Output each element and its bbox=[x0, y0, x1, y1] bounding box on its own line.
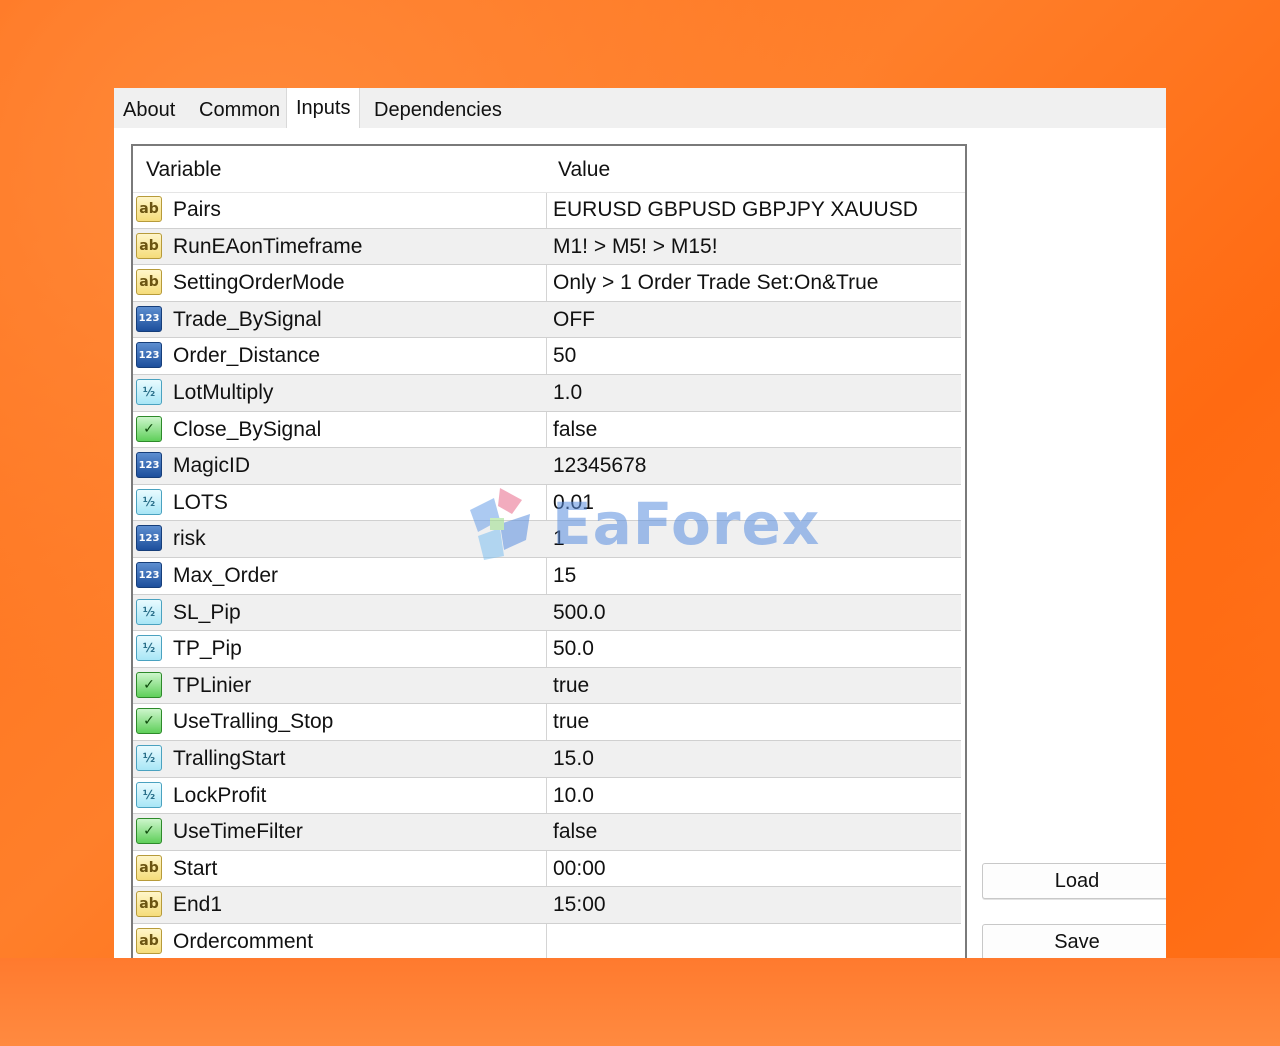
table-row[interactable]: ½ TP_Pip 50.0 bbox=[133, 631, 961, 668]
row-value[interactable]: 10.0 bbox=[553, 784, 594, 808]
row-variable-name: Trade_BySignal bbox=[173, 307, 322, 331]
row-variable-name: Close_BySignal bbox=[173, 417, 322, 441]
table-row[interactable]: 123 Order_Distance 50 bbox=[133, 338, 961, 375]
table-row[interactable]: ab RunEAonTimeframe M1! > M5! > M15! bbox=[133, 228, 961, 266]
save-button[interactable]: Save bbox=[982, 924, 1166, 958]
table-row[interactable]: ✓ UseTralling_Stop true bbox=[133, 704, 961, 741]
table-row[interactable]: ab Pairs EURUSD GBPUSD GBPJPY XAUUSD bbox=[133, 192, 961, 229]
row-variable-name: End1 bbox=[173, 893, 223, 917]
integer-icon: 123 bbox=[136, 305, 162, 332]
table-row[interactable]: 123 MagicID 12345678 bbox=[133, 448, 961, 485]
table-row[interactable]: ½ SL_Pip 500.0 bbox=[133, 594, 961, 632]
tab-dependencies[interactable]: Dependencies bbox=[365, 88, 511, 128]
string-icon: ab bbox=[136, 232, 162, 259]
row-value[interactable]: 500.0 bbox=[553, 601, 606, 625]
double-icon: ½ bbox=[136, 488, 162, 515]
integer-icon: 123 bbox=[136, 562, 162, 588]
double-icon: ½ bbox=[136, 379, 162, 405]
table-row[interactable]: ab Ordercomment bbox=[133, 924, 961, 958]
row-value[interactable]: 15:00 bbox=[553, 893, 606, 917]
bool-icon: ✓ bbox=[136, 708, 162, 735]
table-row[interactable]: ½ TrallingStart 15.0 bbox=[133, 741, 961, 778]
integer-icon: 123 bbox=[136, 342, 162, 369]
row-value[interactable]: 00:00 bbox=[553, 857, 606, 881]
table-row[interactable]: ✓ TPLinier true bbox=[133, 667, 961, 705]
row-value[interactable]: 1.0 bbox=[553, 381, 582, 405]
row-value[interactable]: 50 bbox=[553, 344, 576, 368]
background-band bbox=[0, 958, 1280, 1046]
row-value[interactable]: false bbox=[553, 418, 597, 442]
row-variable-name: TPLinier bbox=[173, 673, 252, 697]
row-variable-name: risk bbox=[173, 527, 206, 551]
double-icon: ½ bbox=[136, 745, 162, 771]
row-variable-name: Ordercomment bbox=[173, 930, 314, 953]
row-value[interactable]: 15.0 bbox=[553, 747, 594, 771]
row-variable-name: UseTimeFilter bbox=[173, 820, 303, 844]
row-value[interactable]: 12345678 bbox=[553, 454, 646, 478]
row-value[interactable]: M1! > M5! > M15! bbox=[553, 235, 718, 259]
row-variable-name: LotMultiply bbox=[173, 381, 274, 404]
tab-about[interactable]: About bbox=[114, 88, 184, 128]
inputs-panel: Variable Value ab Pairs EURUSD GBPUSD GBPJ… bbox=[114, 128, 1166, 958]
row-variable-name: RunEAonTimeframe bbox=[173, 234, 363, 258]
properties-window: About Common Inputs Dependencies Variabl… bbox=[114, 88, 1166, 958]
string-icon: ab bbox=[136, 269, 162, 296]
string-icon: ab bbox=[136, 854, 162, 881]
row-value[interactable]: 15 bbox=[553, 564, 576, 588]
load-button[interactable]: Load bbox=[982, 863, 1166, 899]
row-variable-name: LockProfit bbox=[173, 783, 267, 807]
row-value[interactable]: 0.01 bbox=[553, 491, 594, 515]
row-variable-name: UseTralling_Stop bbox=[173, 710, 334, 734]
row-variable-name: Max_Order bbox=[173, 564, 279, 587]
row-variable-name: TrallingStart bbox=[173, 747, 286, 770]
row-variable-name: LOTS bbox=[173, 490, 228, 514]
row-value[interactable]: Only > 1 Order Trade Set:On&True bbox=[553, 271, 878, 295]
table-row[interactable]: ab SettingOrderMode Only > 1 Order Trade S… bbox=[133, 265, 961, 302]
string-icon: ab bbox=[136, 891, 162, 918]
integer-icon: 123 bbox=[136, 452, 162, 479]
tab-inputs[interactable]: Inputs bbox=[286, 88, 361, 128]
row-value[interactable]: OFF bbox=[553, 308, 595, 332]
row-variable-name: Pairs bbox=[173, 198, 221, 221]
table-row[interactable]: 123 Max_Order 15 bbox=[133, 558, 961, 595]
double-icon: ½ bbox=[136, 598, 162, 625]
row-variable-name: SL_Pip bbox=[173, 600, 241, 624]
row-value[interactable]: true bbox=[553, 710, 589, 734]
table-row[interactable]: ✓ Close_BySignal false bbox=[133, 412, 961, 449]
bool-icon: ✓ bbox=[136, 415, 162, 442]
row-value[interactable]: false bbox=[553, 820, 597, 844]
row-value[interactable]: true bbox=[553, 674, 589, 698]
header-value[interactable]: Value bbox=[558, 158, 610, 182]
row-value[interactable]: 1 bbox=[553, 527, 565, 551]
integer-icon: 123 bbox=[136, 525, 162, 552]
double-icon: ½ bbox=[136, 635, 162, 662]
table-header: Variable Value bbox=[133, 146, 965, 193]
header-variable[interactable]: Variable bbox=[146, 158, 222, 182]
table-row[interactable]: 123 Trade_BySignal OFF bbox=[133, 301, 961, 339]
string-icon: ab bbox=[136, 928, 162, 954]
table-row[interactable]: ½ LockProfit 10.0 bbox=[133, 778, 961, 815]
tab-common[interactable]: Common bbox=[190, 88, 289, 128]
tab-bar: About Common Inputs Dependencies bbox=[114, 88, 1166, 128]
row-value[interactable]: EURUSD GBPUSD GBPJPY XAUUSD bbox=[553, 198, 918, 222]
row-value[interactable]: 50.0 bbox=[553, 637, 594, 661]
bool-icon: ✓ bbox=[136, 818, 162, 845]
bool-icon: ✓ bbox=[136, 671, 162, 698]
table-row[interactable]: ½ LOTS 0.01 bbox=[133, 485, 961, 522]
row-variable-name: MagicID bbox=[173, 454, 251, 478]
string-icon: ab bbox=[136, 196, 162, 222]
inputs-table[interactable]: Variable Value ab Pairs EURUSD GBPUSD GBPJ… bbox=[131, 144, 967, 958]
table-row[interactable]: ab Start 00:00 bbox=[133, 851, 961, 888]
row-variable-name: SettingOrderMode bbox=[173, 271, 345, 295]
row-variable-name: Start bbox=[173, 856, 218, 880]
row-variable-name: Order_Distance bbox=[173, 344, 321, 368]
table-row[interactable]: ✓ UseTimeFilter false bbox=[133, 814, 961, 851]
double-icon: ½ bbox=[136, 781, 162, 808]
table-row[interactable]: ½ LotMultiply 1.0 bbox=[133, 375, 961, 412]
row-variable-name: TP_Pip bbox=[173, 637, 242, 661]
table-row[interactable]: 123 risk 1 bbox=[133, 521, 961, 558]
table-row[interactable]: ab End1 15:00 bbox=[133, 887, 961, 924]
